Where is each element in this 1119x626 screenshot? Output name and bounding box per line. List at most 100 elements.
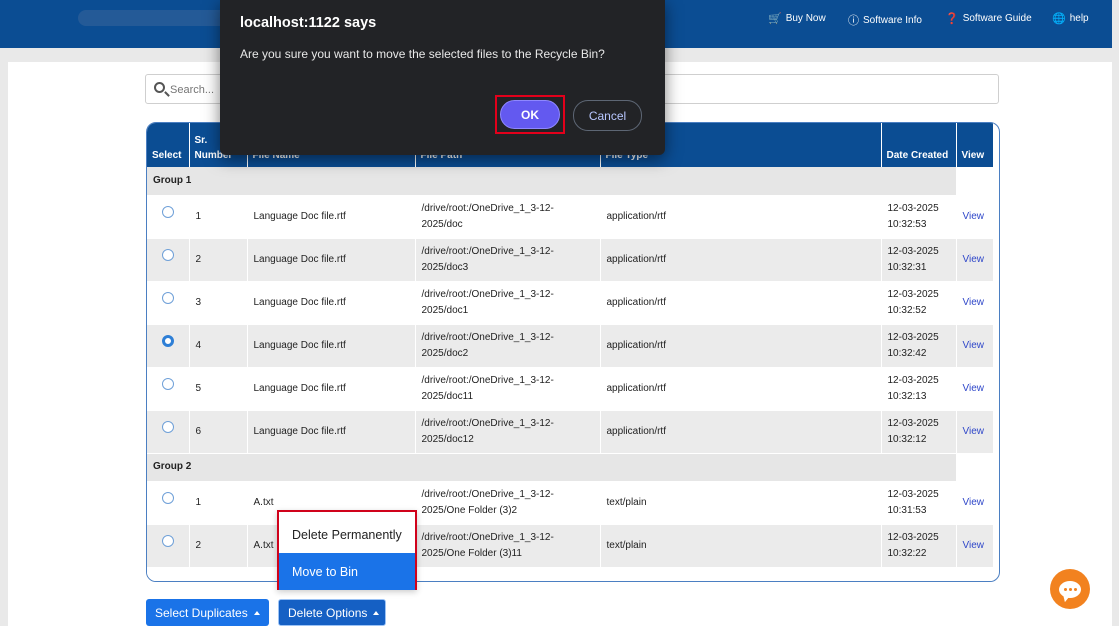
table-row[interactable]: /drive/root:/OneDrive_1_3-12- 12-03-2025 (147, 567, 994, 581)
group-row: Group 2 (147, 453, 994, 482)
row-select-radio[interactable] (161, 334, 174, 347)
row-select-radio[interactable] (161, 420, 174, 433)
caret-up-icon (253, 610, 260, 615)
table-body: Group 1 1 Language Doc file.rtf/drive/root… (147, 167, 994, 581)
view-link[interactable]: View (963, 211, 985, 222)
menu-item-delete-permanently[interactable]: Delete Permanently (279, 516, 415, 553)
view-cell: View (956, 238, 994, 282)
select-cell (147, 238, 190, 282)
view-link[interactable]: View (963, 297, 985, 308)
date-created-cell: 12-03-2025 10:32:22 (881, 524, 957, 568)
delete-options-menu: Delete Permanently Move to Bin (277, 510, 417, 590)
view-cell: View (956, 367, 994, 411)
menu-item-move-to-bin-label: Move to Bin (292, 564, 359, 579)
duplicates-table-container[interactable]: Select Sr. Number File Name File Path Fi… (146, 122, 1000, 582)
view-link[interactable]: View (963, 426, 985, 437)
sr-number-cell: 6 (189, 410, 248, 454)
view-link[interactable]: View (963, 497, 985, 508)
cart-icon: 🛒 (768, 13, 782, 25)
table-row[interactable]: 1 Language Doc file.rtf/drive/root:/OneDr… (147, 195, 994, 239)
view-link[interactable]: View (963, 383, 985, 394)
table-row[interactable]: 5 Language Doc file.rtf/drive/root:/OneDr… (147, 367, 994, 411)
sr-number-cell: 5 (189, 367, 248, 411)
table-row[interactable]: 3 Language Doc file.rtf/drive/root:/OneDr… (147, 281, 994, 325)
sr-number-cell: 2 (189, 524, 248, 568)
cancel-button[interactable]: Cancel (573, 100, 642, 131)
view-cell: View (956, 524, 994, 568)
row-select-radio[interactable] (161, 205, 174, 218)
table-row[interactable]: 6 Language Doc file.rtf/drive/root:/OneDr… (147, 410, 994, 454)
chat-button[interactable] (1050, 569, 1090, 609)
file-path-cell: /drive/root:/OneDrive_1_3-12-2025/doc2 (415, 324, 601, 368)
file-name-cell: Language Doc file.rtf (247, 410, 416, 454)
view-cell: View (956, 481, 994, 525)
nav-software-info-label: Software Info (863, 14, 922, 26)
file-type-cell: application/rtf (600, 410, 882, 454)
file-type-cell: application/rtf (600, 238, 882, 282)
file-type-cell: text/plain (600, 524, 882, 568)
header-date-created: Date Created (881, 123, 957, 167)
nav-buy-now[interactable]: 🛒 Buy Now (768, 12, 826, 25)
nav-buy-now-label: Buy Now (785, 13, 826, 24)
nav-software-info[interactable]: ⓘ Software Info (848, 12, 922, 28)
file-path-cell: /drive/root:/OneDrive_1_3-12-2025/doc1 (415, 281, 601, 325)
nav-software-guide-label: Software Guide (962, 13, 1032, 24)
table-row[interactable]: 4 Language Doc file.rtf/drive/root:/OneDr… (147, 324, 994, 368)
sr-number-cell: 2 (189, 238, 248, 282)
select-cell (147, 567, 190, 581)
date-created-cell: 12-03-2025 (881, 567, 957, 581)
file-type-cell: text/plain (600, 481, 882, 525)
header-view: View (956, 123, 994, 167)
sr-number-cell: 3 (189, 281, 248, 325)
view-link[interactable]: View (963, 254, 985, 265)
table-row[interactable]: 2 A.txt/drive/root:/OneDrive_1_3-12-2025/… (147, 524, 994, 568)
view-link[interactable]: View (963, 540, 985, 551)
row-select-radio[interactable] (161, 291, 174, 304)
view-cell: View (956, 410, 994, 454)
delete-options-button[interactable]: Delete Options (278, 599, 386, 626)
row-select-radio[interactable] (161, 377, 174, 390)
view-cell (956, 567, 994, 581)
date-created-cell: 12-03-2025 10:32:12 (881, 410, 957, 454)
header-select: Select (147, 123, 190, 167)
select-cell (147, 481, 190, 525)
question-icon: ❓ (945, 13, 959, 25)
brand-logo[interactable] (78, 10, 228, 26)
menu-item-move-to-bin[interactable]: Move to Bin (279, 553, 415, 590)
file-name-cell: Language Doc file.rtf (247, 367, 416, 411)
table-row[interactable]: 2 Language Doc file.rtf/drive/root:/OneDr… (147, 238, 994, 282)
file-path-cell: /drive/root:/OneDrive_1_3-12- (415, 567, 601, 581)
file-path-cell: /drive/root:/OneDrive_1_3-12-2025/doc (415, 195, 601, 239)
file-type-cell (600, 567, 882, 581)
file-type-cell: application/rtf (600, 195, 882, 239)
table-row[interactable]: 1 A.txt/drive/root:/OneDrive_1_3-12-2025/… (147, 481, 994, 525)
duplicates-table: Select Sr. Number File Name File Path Fi… (147, 123, 994, 581)
file-path-cell: /drive/root:/OneDrive_1_3-12-2025/One Fo… (415, 524, 601, 568)
file-path-cell: /drive/root:/OneDrive_1_3-12-2025/doc3 (415, 238, 601, 282)
file-name-cell: Language Doc file.rtf (247, 238, 416, 282)
sr-number-cell: 1 (189, 195, 248, 239)
select-cell (147, 524, 190, 568)
nav-help[interactable]: 🌐 help (1052, 12, 1089, 25)
caret-up-icon (373, 610, 380, 615)
select-duplicates-button[interactable]: Select Duplicates (146, 599, 269, 626)
row-select-radio[interactable] (161, 248, 174, 261)
group-label: Group 1 (147, 167, 957, 196)
view-link[interactable]: View (963, 340, 985, 351)
chat-icon (1059, 580, 1081, 598)
file-type-cell: application/rtf (600, 324, 882, 368)
search-icon (154, 82, 165, 93)
row-select-radio[interactable] (161, 491, 174, 504)
file-type-cell: application/rtf (600, 367, 882, 411)
globe-help-icon: 🌐 (1052, 13, 1066, 25)
file-name-cell: Language Doc file.rtf (247, 195, 416, 239)
file-path-cell: /drive/root:/OneDrive_1_3-12-2025/One Fo… (415, 481, 601, 525)
row-select-radio[interactable] (161, 534, 174, 547)
info-icon: ⓘ (848, 15, 859, 27)
nav-software-guide[interactable]: ❓ Software Guide (945, 12, 1032, 25)
nav-help-label: help (1069, 13, 1089, 24)
menu-item-delete-permanently-label: Delete Permanently (292, 527, 402, 542)
date-created-cell: 12-03-2025 10:32:42 (881, 324, 957, 368)
sr-number-cell: 1 (189, 481, 248, 525)
ok-button[interactable]: OK (500, 100, 560, 129)
